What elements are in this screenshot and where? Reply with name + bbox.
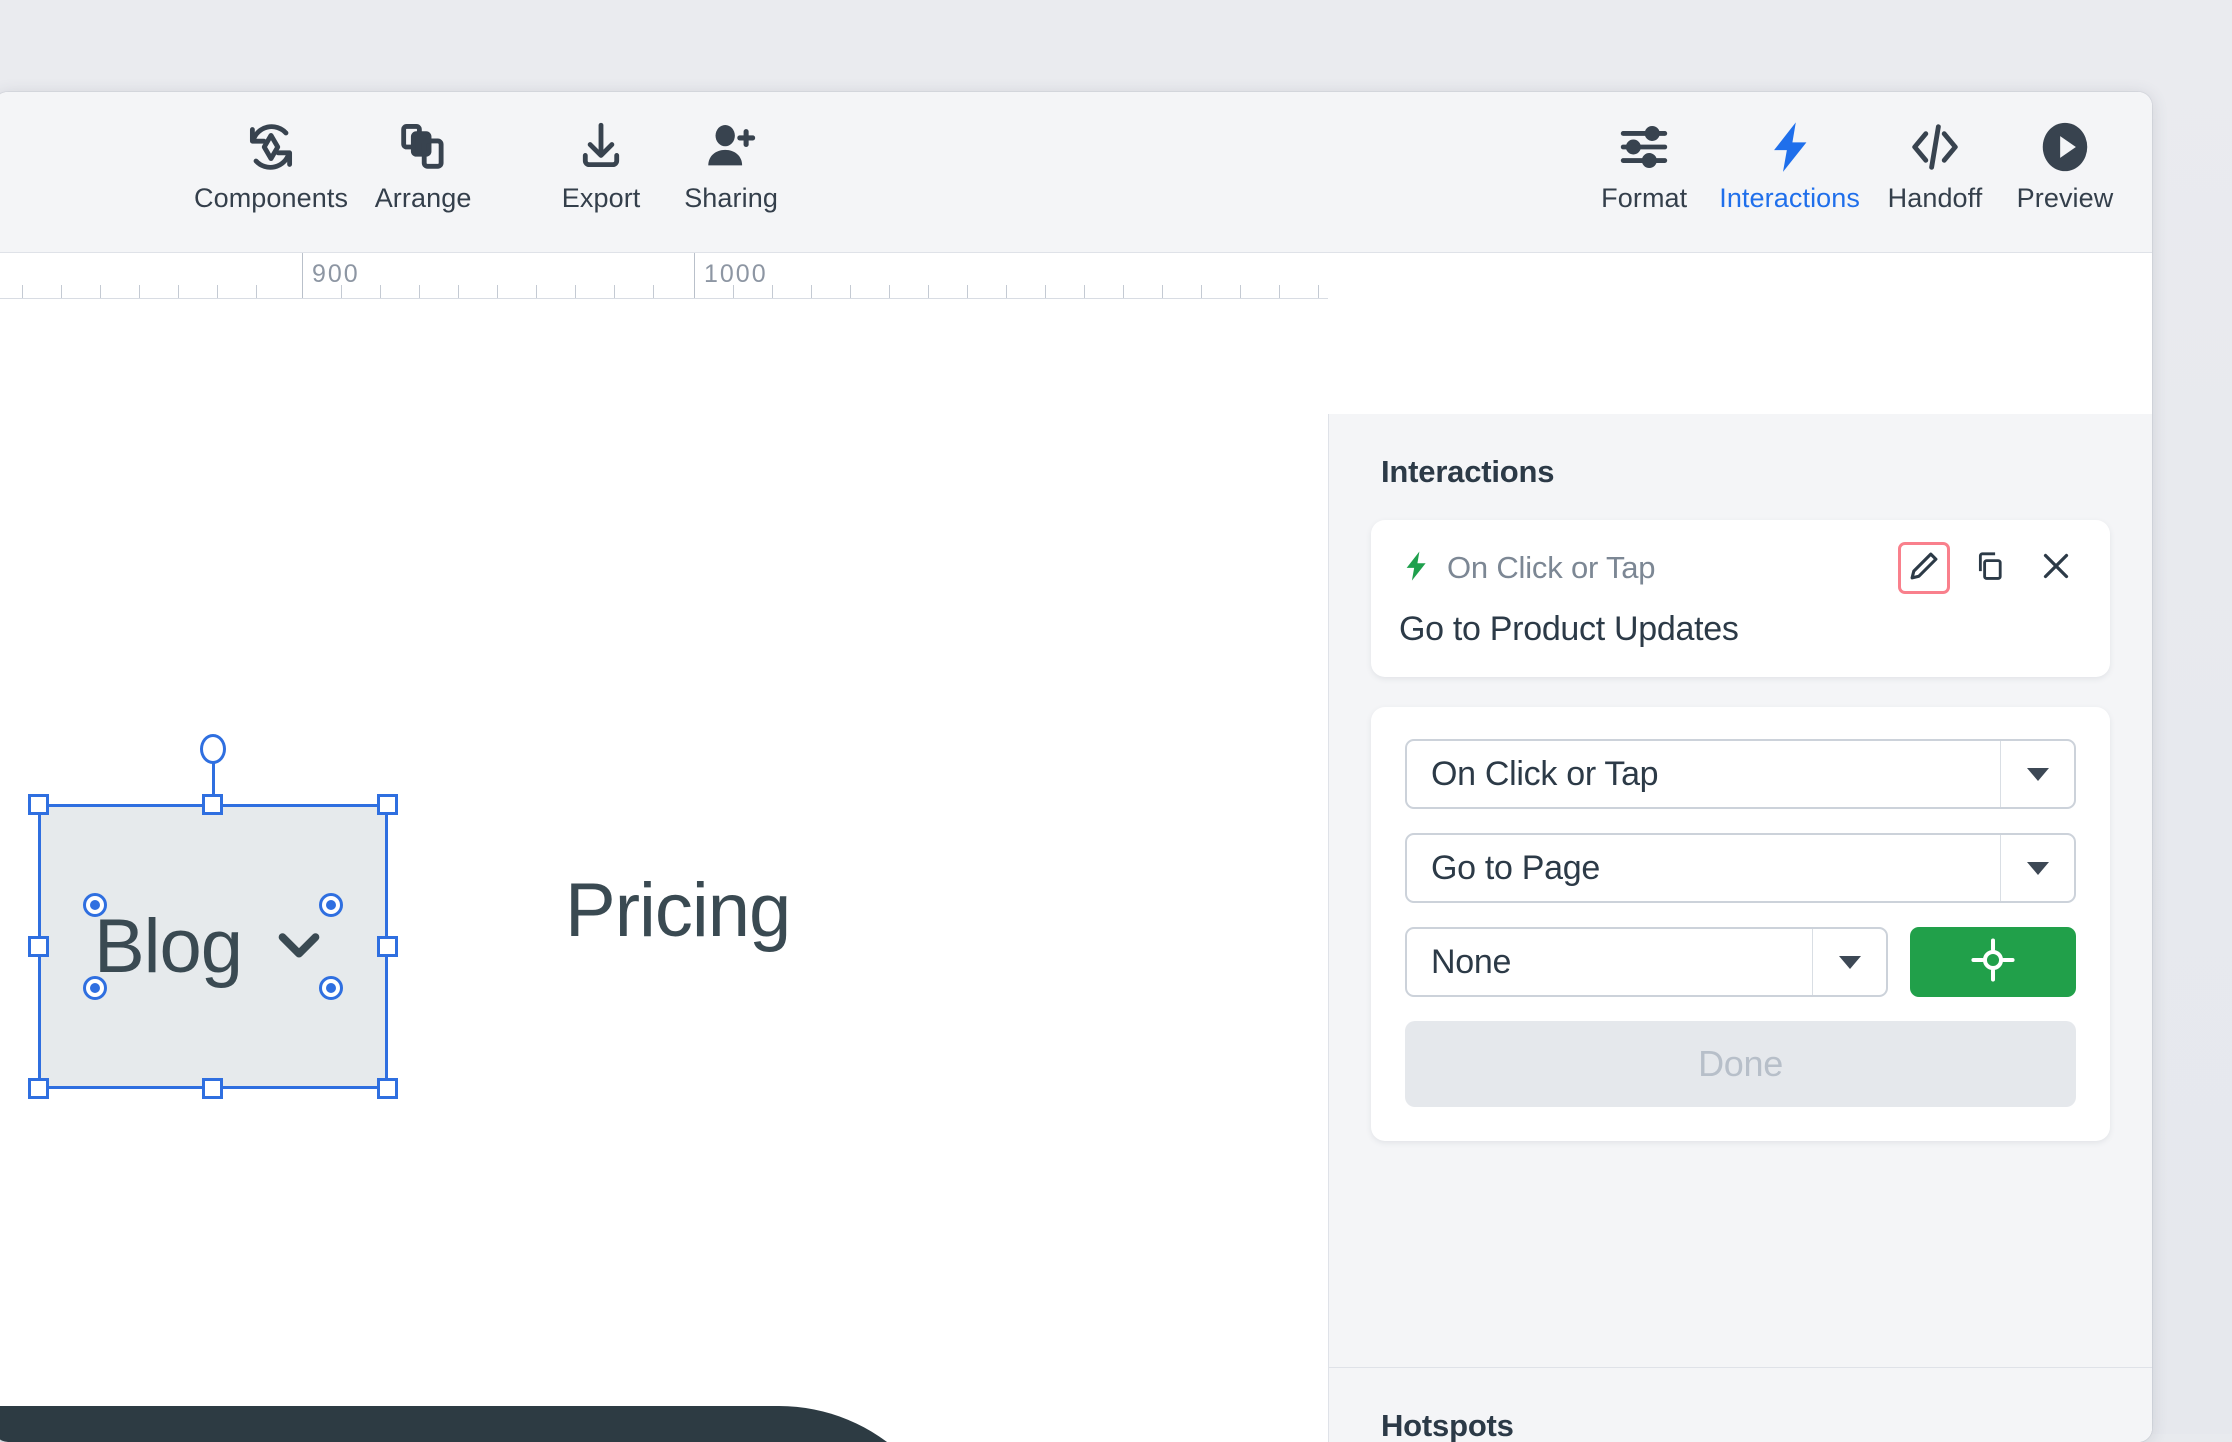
pencil-icon <box>1907 549 1941 588</box>
toolbar-button-format[interactable]: Format <box>1579 92 1709 214</box>
toolbar-left-group: Components Arrange <box>184 92 796 214</box>
toolbar-right-group: Format Interactions Ha <box>1579 92 2130 214</box>
arrange-icon <box>394 116 452 178</box>
target-select-value: None <box>1407 943 1511 982</box>
trigger-select[interactable]: On Click or Tap <box>1405 739 2076 809</box>
toolbar-button-export[interactable]: Export <box>536 92 666 214</box>
toolbar-button-preview[interactable]: Preview <box>2000 92 2130 214</box>
action-select[interactable]: Go to Page <box>1405 833 2076 903</box>
toolbar-label-sharing: Sharing <box>684 182 778 214</box>
interaction-action-buttons <box>1898 542 2082 594</box>
sliders-icon <box>1615 116 1673 178</box>
toolbar-label-components: Components <box>194 182 348 214</box>
delete-interaction-button[interactable] <box>2030 542 2082 594</box>
toolbar-label-handoff: Handoff <box>1888 182 1983 214</box>
ruler-label-900: 900 <box>312 260 360 289</box>
canvas-region: 900 1000 <box>0 253 2152 1442</box>
toolbar-button-components[interactable]: Components <box>184 92 358 214</box>
code-icon <box>1906 116 1964 178</box>
target-row: None <box>1405 927 2076 997</box>
trigger-select-value: On Click or Tap <box>1407 755 1658 794</box>
rotate-stem <box>212 759 215 807</box>
action-select-value: Go to Page <box>1407 849 1600 888</box>
export-icon <box>572 116 630 178</box>
interaction-item-card[interactable]: On Click or Tap <box>1371 520 2110 677</box>
hotspots-section: Hotspots Add hotspot Show <box>1329 1368 2152 1442</box>
horizontal-ruler[interactable]: 900 1000 <box>0 253 1328 299</box>
chevron-down-icon[interactable] <box>1812 929 1886 995</box>
app-window: Components Arrange <box>0 92 2152 1442</box>
toolbar-label-export: Export <box>562 182 641 214</box>
duplicate-icon <box>1973 549 2007 588</box>
toolbar-label-preview: Preview <box>2017 182 2114 214</box>
canvas-node-blog[interactable]: Blog <box>38 804 388 1089</box>
done-button[interactable]: Done <box>1405 1021 2076 1107</box>
chevron-down-icon[interactable] <box>2000 835 2074 901</box>
toolbar-label-interactions: Interactions <box>1719 182 1860 214</box>
rotate-handle[interactable] <box>200 734 226 764</box>
logo-shape[interactable] <box>0 1406 959 1442</box>
components-icon <box>242 116 300 178</box>
interactions-heading: Interactions <box>1329 414 2152 490</box>
design-canvas[interactable]: Pricing Blog <box>0 299 1328 1442</box>
duplicate-interaction-button[interactable] <box>1964 542 2016 594</box>
canvas-node-blog-label: Blog <box>94 903 242 990</box>
main-toolbar: Components Arrange <box>0 92 2152 253</box>
toolbar-button-handoff[interactable]: Handoff <box>1870 92 2000 214</box>
sharing-icon <box>702 116 760 178</box>
lightning-icon <box>1399 549 1433 588</box>
target-select[interactable]: None <box>1405 927 1888 997</box>
play-icon <box>2036 116 2094 178</box>
close-icon <box>2039 549 2073 588</box>
canvas-node-pricing[interactable]: Pricing <box>565 867 790 954</box>
crosshair-icon <box>1970 937 2016 988</box>
toolbar-button-sharing[interactable]: Sharing <box>666 92 796 214</box>
hotspots-heading: Hotspots <box>1329 1368 2152 1442</box>
interaction-trigger-row: On Click or Tap <box>1399 544 2082 592</box>
interactions-sidebar: Interactions On Click or Tap <box>1328 414 2152 1442</box>
pick-target-button[interactable] <box>1910 927 2076 997</box>
toolbar-label-format: Format <box>1601 182 1687 214</box>
interaction-editor-card: On Click or Tap Go to Page None <box>1371 707 2110 1141</box>
edit-interaction-button[interactable] <box>1898 542 1950 594</box>
toolbar-label-arrange: Arrange <box>375 182 472 214</box>
interaction-trigger-label: On Click or Tap <box>1447 550 1655 586</box>
ruler-label-1000: 1000 <box>704 260 768 289</box>
toolbar-button-arrange[interactable]: Arrange <box>358 92 488 214</box>
lightning-icon <box>1761 116 1819 178</box>
chevron-down-icon[interactable] <box>2000 741 2074 807</box>
interaction-target-label: Go to Product Updates <box>1399 610 2082 649</box>
chevron-down-icon <box>266 911 332 982</box>
toolbar-button-interactions[interactable]: Interactions <box>1709 92 1870 214</box>
